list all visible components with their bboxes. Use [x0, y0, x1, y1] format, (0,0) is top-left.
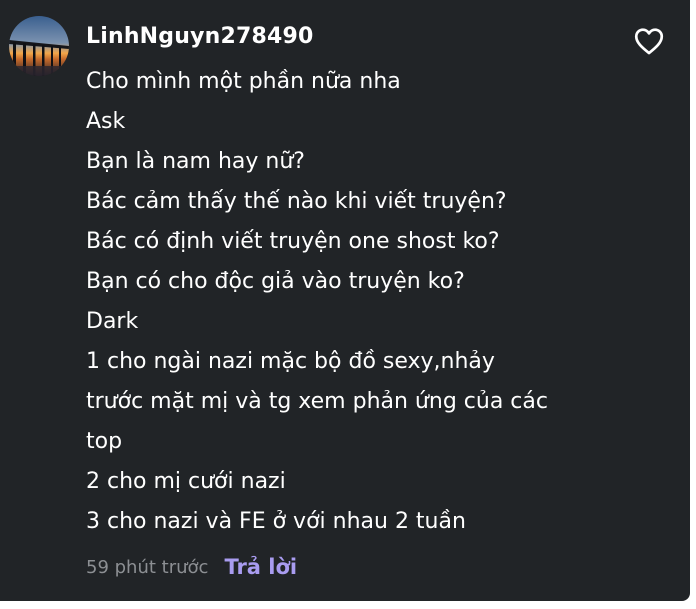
comment-line: Bạn có cho độc giả vào truyện ko? [86, 269, 465, 294]
comment-body: Cho mình một phần nữa nha Ask Bạn là nam… [86, 62, 646, 542]
like-button[interactable] [632, 24, 666, 58]
timestamp: 59 phút trước [86, 556, 209, 578]
comment-line: 2 cho mị cưới nazi [86, 469, 286, 494]
comment-line: 3 cho nazi và FE ở với nhau 2 tuần [86, 509, 466, 534]
comment-line: Bác cảm thấy thế nào khi viết truyện? [86, 189, 507, 214]
comment-line: Bác có định viết truyện one shost ko? [86, 229, 500, 254]
comment-line: Ask [86, 109, 126, 134]
avatar[interactable] [9, 16, 69, 76]
comment-line: Bạn là nam hay nữ? [86, 149, 305, 174]
comment-line: 1 cho ngài nazi mặc bộ đồ sexy,nhảy [86, 349, 495, 374]
avatar-image [9, 16, 69, 76]
comment-card: LinhNguyn278490 Cho mình một phần nữa nh… [0, 0, 690, 601]
username[interactable]: LinhNguyn278490 [86, 22, 314, 52]
comment-meta: 59 phút trước Trả lời [86, 551, 297, 583]
comment-line: Cho mình một phần nữa nha [86, 69, 401, 94]
heart-icon [634, 28, 664, 55]
comment-line: trước mặt mị và tg xem phản ứng của các [86, 389, 548, 414]
reply-button[interactable]: Trả lời [224, 555, 297, 579]
comment-line: top [86, 429, 123, 454]
comment-line: Dark [86, 309, 139, 334]
